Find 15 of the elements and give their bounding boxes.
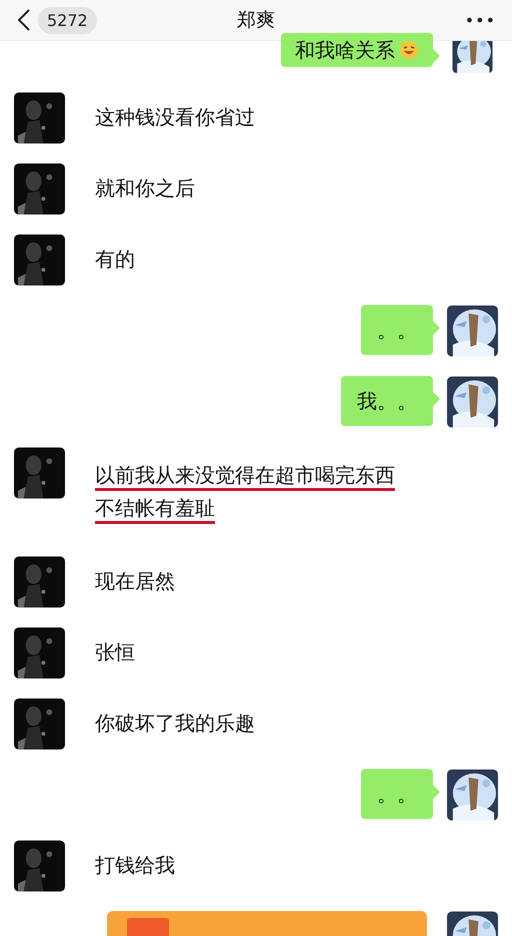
more-button[interactable]: ••• — [464, 10, 496, 30]
underlined-message-text: 以前我从来没觉得在超市喝完东西不结帐有羞耻 — [95, 462, 396, 522]
message-text: 张恒 — [95, 639, 135, 665]
message-text: 你破坏了我的乐趣 — [95, 710, 255, 736]
chat-title: 郑爽 — [237, 8, 275, 33]
message-text: 。。 — [377, 781, 417, 807]
unread-count[interactable]: 5272 — [38, 6, 97, 34]
message-text: 我。。 — [357, 388, 417, 414]
message-text: 这种钱没看你省过 — [95, 104, 255, 130]
message-text: 有的 — [95, 246, 135, 272]
message-text: 就和你之后 — [95, 175, 195, 201]
message-text: 打钱给我 — [95, 852, 175, 878]
message-text: 。。 — [377, 317, 417, 343]
message-text: 现在居然 — [95, 568, 175, 594]
message-text: 和我啥关系 — [295, 37, 395, 63]
